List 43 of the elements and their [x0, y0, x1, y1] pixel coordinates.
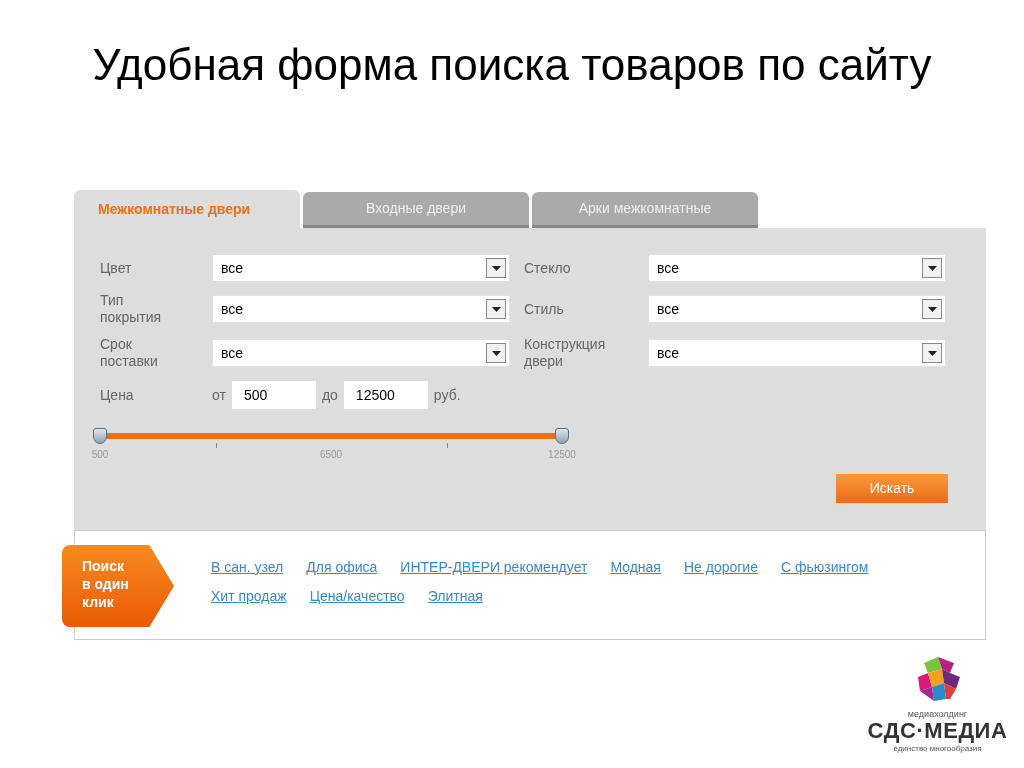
quick-search-link[interactable]: Хит продаж — [211, 586, 287, 607]
tick-label: 500 — [91, 448, 109, 462]
slider-thumb[interactable] — [93, 428, 107, 444]
slider-thumb[interactable] — [555, 428, 569, 444]
slide-title: Удобная форма поиска товаров по сайту — [91, 39, 933, 91]
quick-search-link[interactable]: Элитная — [427, 586, 483, 607]
tick-label: 12500 — [548, 448, 576, 462]
filter-label: Тип покрытия — [100, 292, 163, 326]
filter-label: Стиль — [524, 300, 565, 318]
price-to-field[interactable]: 12500 — [342, 380, 429, 410]
search-button[interactable]: Искать — [836, 474, 948, 503]
select-field[interactable]: все — [648, 254, 946, 282]
select-field[interactable]: все — [212, 254, 510, 282]
select-field[interactable]: все — [212, 295, 510, 323]
tick-mark — [215, 443, 217, 448]
filter-label: Срок поставки — [100, 336, 159, 370]
price-from-field[interactable]: 500 — [230, 380, 317, 410]
currency-label: руб. — [433, 385, 461, 405]
to-label: до — [321, 385, 338, 405]
quick-search-badge: Поиск в один клик — [62, 545, 174, 627]
logo-caption: медиахолдинг — [907, 709, 968, 719]
quick-search-link[interactable]: Не дорогие — [683, 557, 758, 578]
select-field[interactable]: все — [648, 339, 946, 367]
tab[interactable]: Межкомнатные двери — [74, 190, 300, 228]
quick-search-link[interactable]: Цена/качество — [309, 586, 405, 607]
logo-name: СДС·МЕДИА — [867, 719, 1008, 743]
quick-search-link[interactable]: С фьюзингом — [781, 557, 869, 578]
quick-search-link[interactable]: Для офиса — [306, 557, 378, 578]
quick-search-link[interactable]: ИНТЕР-ДВЕРИ рекомендует — [400, 557, 588, 578]
price-label: Цена — [100, 385, 135, 405]
filter-label: Конструкция двери — [524, 336, 604, 370]
filter-label: Стекло — [524, 259, 572, 277]
filter-label: Цвет — [100, 259, 133, 277]
select-field[interactable]: все — [648, 295, 946, 323]
select-field[interactable]: все — [212, 339, 510, 367]
tab[interactable]: Арки межкомнатные — [532, 192, 758, 228]
quick-search-link[interactable]: Модная — [610, 557, 661, 578]
from-label: от — [212, 385, 226, 405]
logo-tagline: единство многообразия — [893, 743, 982, 755]
tick-label: 6500 — [319, 448, 343, 462]
tab[interactable]: Входные двери — [303, 192, 529, 228]
tick-mark — [446, 443, 448, 448]
quick-search-link[interactable]: В сан. узел — [211, 557, 284, 578]
